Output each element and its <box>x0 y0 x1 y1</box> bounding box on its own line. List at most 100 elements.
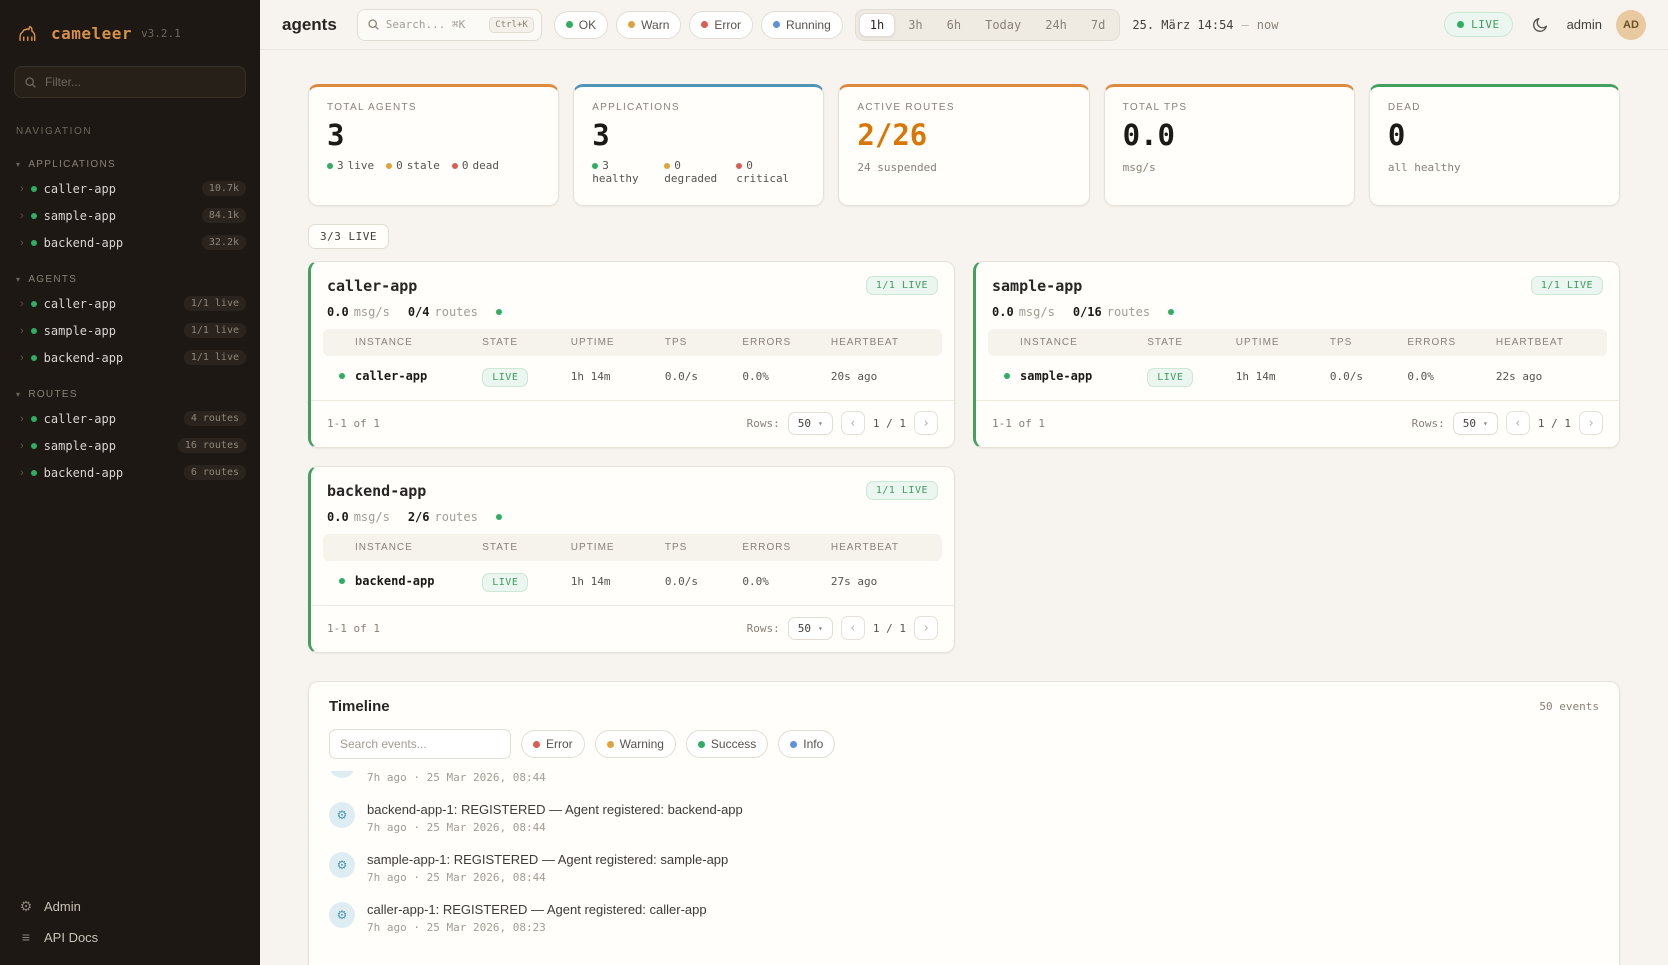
user-name: admin <box>1567 17 1602 32</box>
timeline-event[interactable]: ⚙ backend-app-1: REGISTERED — Agent regi… <box>329 793 1599 843</box>
caret-down-icon: ▾ <box>1483 419 1488 428</box>
sidebar-item-routes-sample[interactable]: › sample-app 16 routes <box>0 432 260 459</box>
item-label: caller-app <box>44 182 116 196</box>
sidebar-filter-input[interactable] <box>14 66 246 98</box>
status-dot <box>701 21 708 28</box>
timeline-event[interactable]: ⚙ sample-app-1: REGISTERED — Agent regis… <box>329 843 1599 893</box>
col-tps: TPS <box>665 542 742 553</box>
rows-per-page-select[interactable]: 50▾ <box>788 412 833 435</box>
sidebar-item-app-backend[interactable]: › backend-app 32.2k <box>0 229 260 256</box>
table-row[interactable]: sample-app LIVE 1h 14m 0.0/s 0.0% 22s ag… <box>988 356 1607 396</box>
timeline-event[interactable]: ⚙ caller-app-1: REGISTERED — Agent regis… <box>329 893 1599 943</box>
status-dot <box>496 309 502 315</box>
cell-heartbeat: 20s ago <box>831 370 936 383</box>
range-button-1h[interactable]: 1h <box>859 13 895 37</box>
stat-label: ACTIVE ROUTES <box>857 102 1070 113</box>
table-row[interactable]: caller-app LIVE 1h 14m 0.0/s 0.0% 20s ag… <box>323 356 942 396</box>
sidebar-footer: ⚙ Admin ≡ API Docs <box>0 884 260 965</box>
tps-unit: msg/s <box>1019 305 1055 319</box>
status-dot <box>452 163 458 169</box>
next-page-button[interactable]: › <box>1579 411 1603 435</box>
live-summary-badge: 3/3 LIVE <box>308 224 389 249</box>
sidebar-item-admin[interactable]: ⚙ Admin <box>18 898 242 915</box>
app-card-title: caller-app <box>327 277 417 295</box>
section-header-applications[interactable]: ▾ APPLICATIONS <box>0 151 260 175</box>
status-dot <box>566 21 573 28</box>
tps-value: 0.0 <box>327 510 349 524</box>
prev-page-button[interactable]: ‹ <box>1506 411 1530 435</box>
sidebar-item-agent-caller[interactable]: › caller-app 1/1 live <box>0 290 260 317</box>
prev-page-button[interactable]: ‹ <box>841 616 865 640</box>
rows-per-page-select[interactable]: 50▾ <box>788 617 833 640</box>
stat-legend: 3live 0stale 0dead <box>327 159 540 172</box>
timeline-title: Timeline <box>329 698 390 715</box>
filter-chip-error[interactable]: Error <box>689 11 753 39</box>
col-errors: ERRORS <box>742 542 831 553</box>
time-range-display: 25. März 14:54 — now <box>1132 18 1278 32</box>
app-card-caller-app: caller-app 1/1 LIVE 0.0msg/s 0/4routes I… <box>308 261 955 448</box>
events-count: 50 events <box>1539 700 1599 713</box>
timeline-panel: Timeline 50 events Error Warning Success… <box>308 681 1620 965</box>
stat-subtext: all healthy <box>1388 161 1601 174</box>
avatar[interactable]: AD <box>1616 10 1646 40</box>
filter-chip-warn[interactable]: Warn <box>616 11 681 39</box>
sidebar-item-routes-caller[interactable]: › caller-app 4 routes <box>0 405 260 432</box>
status-dot <box>1004 373 1010 379</box>
range-button-7d[interactable]: 7d <box>1080 13 1116 37</box>
next-page-button[interactable]: › <box>914 616 938 640</box>
legend-num: 3 <box>602 159 609 172</box>
timeline-chip-error[interactable]: Error <box>521 730 585 758</box>
timeline-event-list[interactable]: ⚙ caller-app-1: REGISTERED — Agent regis… <box>329 771 1599 943</box>
range-separator: — <box>1242 18 1249 32</box>
timeline-chip-info[interactable]: Info <box>778 730 835 758</box>
chevron-right-icon: › <box>20 183 24 195</box>
rows-per-page-select[interactable]: 50▾ <box>1453 412 1498 435</box>
logo[interactable]: cameleer v3.2.1 <box>0 0 260 60</box>
col-uptime: UPTIME <box>1236 337 1330 348</box>
chevron-right-icon: › <box>20 440 24 452</box>
item-label: backend-app <box>44 236 123 250</box>
sidebar-item-routes-backend[interactable]: › backend-app 6 routes <box>0 459 260 486</box>
col-instance: INSTANCE <box>1020 337 1147 348</box>
instance-table: INSTANCE STATE UPTIME TPS ERRORS HEARTBE… <box>323 329 942 396</box>
range-button-6h[interactable]: 6h <box>936 13 972 37</box>
dark-mode-toggle[interactable] <box>1527 12 1553 38</box>
status-dot <box>31 355 37 361</box>
status-dot <box>31 301 37 307</box>
global-search[interactable]: Ctrl+K <box>357 9 542 41</box>
table-row[interactable]: backend-app LIVE 1h 14m 0.0/s 0.0% 27s a… <box>323 561 942 601</box>
range-button-today[interactable]: Today <box>974 13 1032 37</box>
timeline-chip-success[interactable]: Success <box>686 730 768 758</box>
instance-table: INSTANCE STATE UPTIME TPS ERRORS HEARTBE… <box>988 329 1607 396</box>
next-page-button[interactable]: › <box>914 411 938 435</box>
main-area: agents Ctrl+K OK Warn Error Running 1h 3… <box>260 0 1668 965</box>
timeline-chip-warning[interactable]: Warning <box>595 730 676 758</box>
range-button-24h[interactable]: 24h <box>1034 13 1078 37</box>
sidebar-item-app-sample[interactable]: › sample-app 84.1k <box>0 202 260 229</box>
search-input[interactable] <box>386 18 483 31</box>
timeline-search-input[interactable] <box>329 729 511 759</box>
prev-page-button[interactable]: ‹ <box>841 411 865 435</box>
timeline-event[interactable]: ⚙ caller-app-1: REGISTERED — Agent regis… <box>329 771 1599 793</box>
col-instance: INSTANCE <box>355 542 482 553</box>
sidebar-item-agent-sample[interactable]: › sample-app 1/1 live <box>0 317 260 344</box>
section-header-agents[interactable]: ▾ AGENTS <box>0 266 260 290</box>
chevron-right-icon: › <box>20 467 24 479</box>
rows-label: Rows: <box>1412 417 1445 430</box>
legend-num: 3 <box>337 159 344 172</box>
instance-table: INSTANCE STATE UPTIME TPS ERRORS HEARTBE… <box>323 534 942 601</box>
app-version: v3.2.1 <box>141 27 181 40</box>
range-button-3h[interactable]: 3h <box>897 13 933 37</box>
tps-unit: msg/s <box>354 510 390 524</box>
item-badge: 6 routes <box>184 465 246 480</box>
page-title: agents <box>282 15 337 35</box>
timeline-controls: Error Warning Success Info <box>329 729 1599 759</box>
sidebar-item-api-docs[interactable]: ≡ API Docs <box>18 929 242 945</box>
sidebar-item-app-caller[interactable]: › caller-app 10.7k <box>0 175 260 202</box>
filter-chip-running[interactable]: Running <box>761 11 843 39</box>
section-header-routes[interactable]: ▾ ROUTES <box>0 381 260 405</box>
filter-chip-ok[interactable]: OK <box>554 11 608 39</box>
sidebar-item-agent-backend[interactable]: › backend-app 1/1 live <box>0 344 260 371</box>
legend-num: 0 <box>746 159 753 172</box>
col-instance: INSTANCE <box>355 337 482 348</box>
